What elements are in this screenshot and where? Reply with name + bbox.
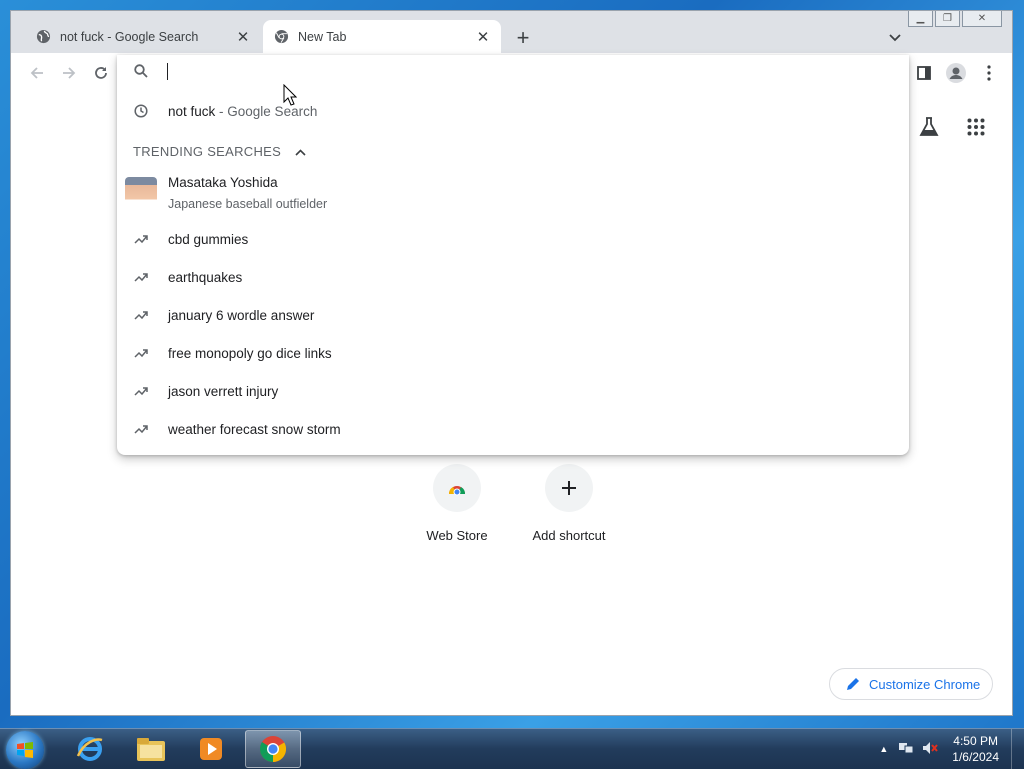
system-tray: ▲ 4:50 PM 1/6/2024 (879, 729, 1024, 769)
suggestion-suffix: - Google Search (215, 103, 318, 119)
restore-icon[interactable]: ❐ (935, 11, 960, 27)
minimize-icon[interactable]: ▁ (908, 11, 933, 27)
shortcut-label: Web Store (426, 528, 488, 543)
shortcut-add[interactable]: Add shortcut (519, 464, 619, 543)
close-tab-icon[interactable]: ✕ (233, 27, 253, 47)
clock-time: 4:50 PM (953, 734, 998, 748)
search-icon (134, 64, 148, 83)
globe-icon (35, 29, 51, 45)
tray-expand-icon[interactable]: ▲ (879, 744, 888, 754)
suggestion-rich-entity[interactable]: Masataka Yoshida Japanese baseball outfi… (117, 173, 909, 219)
window-controls: ▁ ❐ ✕ (908, 11, 1002, 27)
tab-new-tab[interactable]: New Tab ✕ (263, 20, 501, 53)
close-tab-icon[interactable]: ✕ (473, 27, 493, 47)
tab-title: New Tab (298, 29, 347, 44)
start-button[interactable] (6, 731, 44, 769)
suggestion-text: earthquakes (168, 269, 243, 285)
text-caret (167, 63, 168, 80)
entity-name: Masataka Yoshida (168, 175, 278, 190)
google-apps-icon[interactable] (964, 115, 988, 139)
suggestion-trending[interactable]: jason verrett injury (117, 381, 909, 401)
chevron-up-icon[interactable] (295, 144, 306, 159)
chrome-icon[interactable] (245, 730, 301, 768)
suggestion-text: january 6 wordle answer (168, 307, 315, 323)
reload-icon[interactable] (89, 61, 113, 85)
network-icon[interactable] (898, 741, 914, 758)
new-tab-button[interactable]: + (511, 25, 535, 50)
entity-description: Japanese baseball outfielder (168, 197, 328, 211)
side-panel-icon[interactable] (912, 61, 936, 85)
history-clock-icon (133, 103, 149, 119)
customize-label: Customize Chrome (869, 676, 981, 692)
mouse-cursor-icon (283, 83, 298, 111)
chevron-down-icon[interactable] (884, 27, 906, 49)
omnibox-dropdown: not fuck - Google Search TRENDING SEARCH… (117, 55, 909, 455)
suggestion-text: weather forecast snow storm (168, 421, 341, 437)
taskbar: ▲ 4:50 PM 1/6/2024 (0, 728, 1024, 769)
clock-date: 1/6/2024 (952, 750, 999, 764)
tab-google-search[interactable]: not fuck - Google Search ✕ (25, 20, 261, 53)
volume-muted-icon[interactable] (922, 741, 939, 758)
trending-up-icon (133, 383, 149, 399)
suggestion-trending[interactable]: cbd gummies (117, 229, 909, 249)
pencil-icon (846, 677, 860, 691)
customize-chrome-button[interactable]: Customize Chrome (829, 668, 993, 700)
show-desktop-button[interactable] (1011, 729, 1024, 769)
trending-up-icon (133, 269, 149, 285)
plus-icon (545, 464, 593, 512)
suggestion-trending[interactable]: january 6 wordle answer (117, 305, 909, 325)
file-explorer-icon[interactable] (123, 730, 179, 768)
tab-strip: not fuck - Google Search ✕ New Tab ✕ + ▁… (11, 11, 1012, 53)
labs-flask-icon[interactable] (917, 115, 941, 139)
entity-thumbnail (125, 177, 157, 209)
trending-up-icon (133, 345, 149, 361)
suggestion-trending[interactable]: weather forecast snow storm (117, 419, 909, 439)
trending-header-label: TRENDING SEARCHES (133, 144, 282, 159)
back-icon[interactable] (25, 61, 49, 85)
internet-explorer-icon[interactable] (62, 730, 118, 768)
media-player-icon[interactable] (183, 730, 239, 768)
shortcut-web-store[interactable]: Web Store (407, 464, 507, 543)
tab-title: not fuck - Google Search (60, 29, 199, 44)
close-window-icon[interactable]: ✕ (962, 11, 1002, 27)
suggestion-query: not fuck (168, 103, 216, 119)
chrome-window: not fuck - Google Search ✕ New Tab ✕ + ▁… (10, 10, 1013, 716)
address-bar[interactable] (117, 55, 909, 89)
trending-up-icon (133, 307, 149, 323)
suggestion-text: jason verrett injury (168, 383, 279, 399)
suggestion-history[interactable]: not fuck - Google Search (117, 101, 909, 121)
profile-avatar-icon[interactable] (944, 61, 968, 85)
menu-kebab-icon[interactable] (977, 61, 1001, 85)
suggestion-trending[interactable]: earthquakes (117, 267, 909, 287)
trending-up-icon (133, 231, 149, 247)
suggestion-text: free monopoly go dice links (168, 345, 332, 361)
suggestion-text: cbd gummies (168, 231, 249, 247)
forward-icon[interactable] (57, 61, 81, 85)
webstore-icon (433, 464, 481, 512)
clock[interactable]: 4:50 PM 1/6/2024 (952, 733, 999, 765)
chrome-icon (273, 29, 289, 45)
trending-header[interactable]: TRENDING SEARCHES (133, 144, 306, 159)
shortcut-label: Add shortcut (532, 528, 606, 543)
suggestion-trending[interactable]: free monopoly go dice links (117, 343, 909, 363)
trending-up-icon (133, 421, 149, 437)
